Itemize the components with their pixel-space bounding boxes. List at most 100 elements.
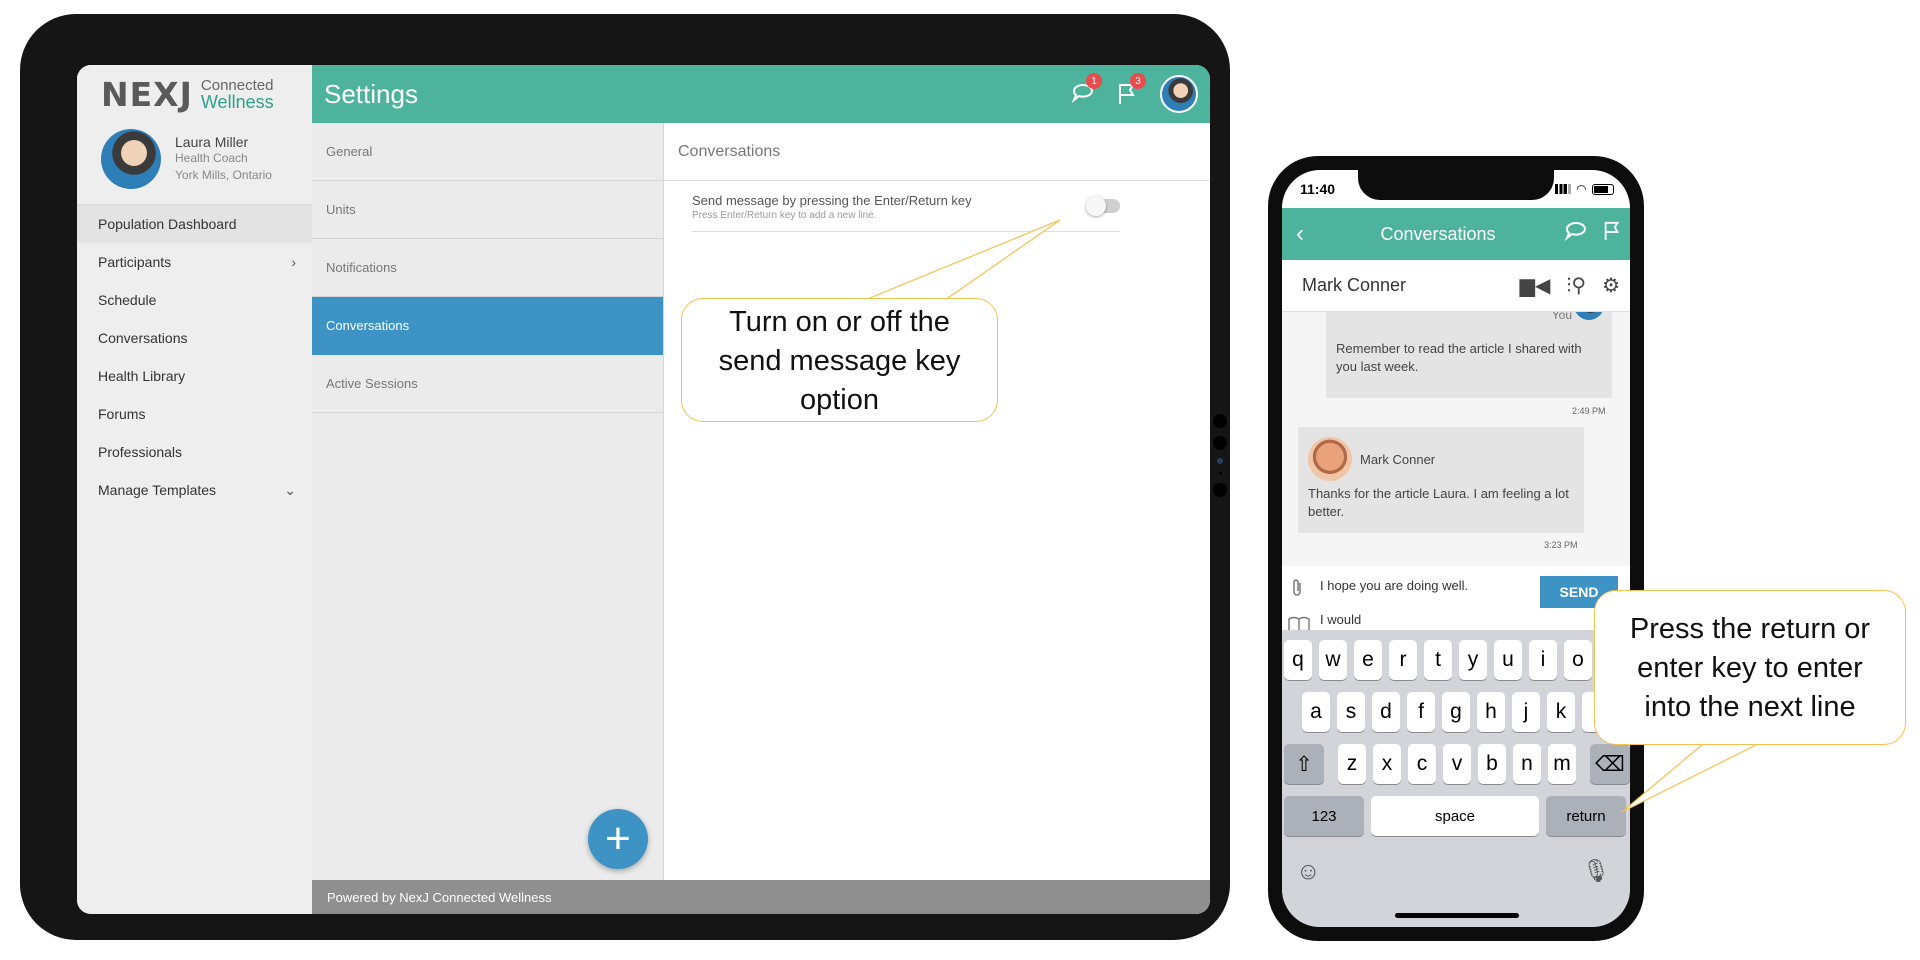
home-indicator (1395, 913, 1519, 918)
sidebar: NEXJ Connected Wellness Laura Miller Hea… (77, 65, 312, 914)
avatar (1574, 312, 1604, 320)
app-header: Settings 1 3 (312, 65, 1210, 123)
key-w[interactable]: w (1319, 640, 1347, 680)
sidebar-item-population-dashboard[interactable]: Population Dashboard (77, 205, 312, 243)
key-u[interactable]: u (1494, 640, 1522, 680)
key-e[interactable]: e (1354, 640, 1382, 680)
key-z[interactable]: z (1338, 744, 1366, 784)
settings-item-conversations[interactable]: Conversations (312, 297, 663, 355)
sidebar-item-professionals[interactable]: Professionals (77, 433, 312, 471)
keyboard-row-3: ⇧ z x c v b n m ⌫ (1284, 744, 1630, 784)
callout-return-hint: Press the return or enter key to enter i… (1594, 590, 1906, 745)
settings-content: General Units Notifications Conversation… (312, 123, 1210, 914)
emoji-icon[interactable]: ☺ (1296, 858, 1321, 886)
message-input[interactable]: I would (1320, 612, 1361, 627)
conversations-icon[interactable] (1564, 221, 1588, 247)
profile-location: York Mills, Ontario (175, 167, 272, 182)
phone-screen: 11:40 ◠ ‹ Conversations Mark Conner ▆◀ ⫶… (1282, 170, 1630, 927)
message-timestamp: 3:23 PM (1544, 540, 1578, 550)
tablet-screen: NEXJ Connected Wellness Laura Miller Hea… (77, 65, 1210, 914)
page-title: Settings (324, 78, 418, 109)
sidebar-nav: Population Dashboard Participants › Sched… (77, 205, 312, 509)
footer: Powered by NexJ Connected Wellness (312, 880, 1210, 914)
message-text: Thanks for the article Laura. I am feeli… (1308, 486, 1569, 519)
key-c[interactable]: c (1408, 744, 1436, 784)
conversations-icon[interactable]: 1 (1068, 73, 1102, 109)
keyboard-row-4: 123 space return (1284, 796, 1626, 836)
option-title: Send message by pressing the Enter/Retur… (692, 193, 972, 208)
settings-list: General Units Notifications Conversation… (312, 123, 664, 914)
nexj-logo: NEXJ Connected Wellness (77, 65, 312, 121)
phone-frame: 11:40 ◠ ‹ Conversations Mark Conner ▆◀ ⫶… (1268, 156, 1644, 941)
key-r[interactable]: r (1389, 640, 1417, 680)
profile-name: Laura Miller (175, 133, 249, 150)
analytics-search-icon[interactable]: ⫶⚲ (1566, 273, 1586, 298)
outgoing-message: You Remember to read the article I share… (1326, 312, 1612, 398)
send-key-toggle[interactable] (1086, 196, 1120, 216)
key-i[interactable]: i (1529, 640, 1557, 680)
settings-item-units[interactable]: Units (312, 181, 663, 239)
phone-header: ‹ Conversations (1282, 208, 1630, 260)
key-k[interactable]: k (1547, 692, 1575, 732)
message-sender: You (1551, 312, 1572, 322)
gear-icon[interactable]: ⚙ (1602, 273, 1620, 298)
sidebar-item-conversations[interactable]: Conversations (77, 319, 312, 357)
keyboard-row-1: q w e r t y u i o p (1284, 640, 1630, 680)
settings-item-active-sessions[interactable]: Active Sessions (312, 355, 663, 413)
space-key[interactable]: space (1371, 796, 1539, 836)
callout-toggle-hint: Turn on or off the send message key opti… (681, 298, 998, 422)
sidebar-item-manage-templates[interactable]: Manage Templates ⌄ (77, 471, 312, 509)
key-o[interactable]: o (1564, 640, 1592, 680)
sidebar-item-participants[interactable]: Participants › (77, 243, 312, 281)
numbers-key[interactable]: 123 (1284, 796, 1364, 836)
settings-item-notifications[interactable]: Notifications (312, 239, 663, 297)
key-f[interactable]: f (1407, 692, 1435, 732)
option-subtitle: Press Enter/Return key to add a new line… (692, 210, 877, 221)
settings-detail: Conversations Send message by pressing t… (664, 123, 1210, 914)
logo-line-2: Wellness (200, 92, 274, 112)
key-d[interactable]: d (1372, 692, 1400, 732)
key-g[interactable]: g (1442, 692, 1470, 732)
back-icon[interactable]: ‹ (1296, 220, 1326, 248)
contact-bar: Mark Conner ▆◀ ⫶⚲ ⚙ (1282, 260, 1630, 312)
keyboard-row-2: a s d f g h j k l (1302, 692, 1617, 732)
backspace-icon[interactable]: ⌫ (1590, 744, 1630, 784)
key-m[interactable]: m (1548, 744, 1576, 784)
detail-heading: Conversations (664, 123, 1210, 181)
sidebar-item-health-library[interactable]: Health Library (77, 357, 312, 395)
key-s[interactable]: s (1337, 692, 1365, 732)
key-q[interactable]: q (1284, 640, 1312, 680)
flag-icon[interactable] (1602, 220, 1622, 248)
key-y[interactable]: y (1459, 640, 1487, 680)
attachment-icon[interactable] (1290, 578, 1304, 603)
return-key[interactable]: return (1546, 796, 1626, 836)
tablet-frame: NEXJ Connected Wellness Laura Miller Hea… (20, 14, 1230, 940)
callout-line: into the next line (1644, 691, 1856, 723)
callout-line: enter key to enter (1637, 652, 1863, 684)
header-avatar[interactable] (1160, 75, 1198, 113)
key-j[interactable]: j (1512, 692, 1540, 732)
key-a[interactable]: a (1302, 692, 1330, 732)
sidebar-item-schedule[interactable]: Schedule (77, 281, 312, 319)
key-n[interactable]: n (1513, 744, 1541, 784)
key-x[interactable]: x (1373, 744, 1401, 784)
status-time: 11:40 (1300, 181, 1336, 197)
phone-title: Conversations (1380, 223, 1496, 244)
avatar (101, 128, 161, 189)
settings-item-general[interactable]: General (312, 123, 663, 181)
sidebar-item-forums[interactable]: Forums (77, 395, 312, 433)
user-profile[interactable]: Laura Miller Health Coach York Mills, On… (77, 121, 312, 205)
notch (1358, 170, 1554, 200)
message-timestamp: 2:49 PM (1572, 406, 1606, 416)
callout-line: option (799, 384, 879, 416)
add-button[interactable]: + (588, 809, 648, 869)
chat-thread: You Remember to read the article I share… (1282, 312, 1630, 566)
key-h[interactable]: h (1477, 692, 1505, 732)
flag-icon[interactable]: 3 (1112, 73, 1146, 109)
key-v[interactable]: v (1443, 744, 1471, 784)
shift-key[interactable]: ⇧ (1284, 744, 1324, 784)
key-b[interactable]: b (1478, 744, 1506, 784)
microphone-icon[interactable]: 🎙︎ (1582, 858, 1610, 884)
key-t[interactable]: t (1424, 640, 1452, 680)
video-call-icon[interactable]: ▆◀ (1520, 273, 1551, 298)
